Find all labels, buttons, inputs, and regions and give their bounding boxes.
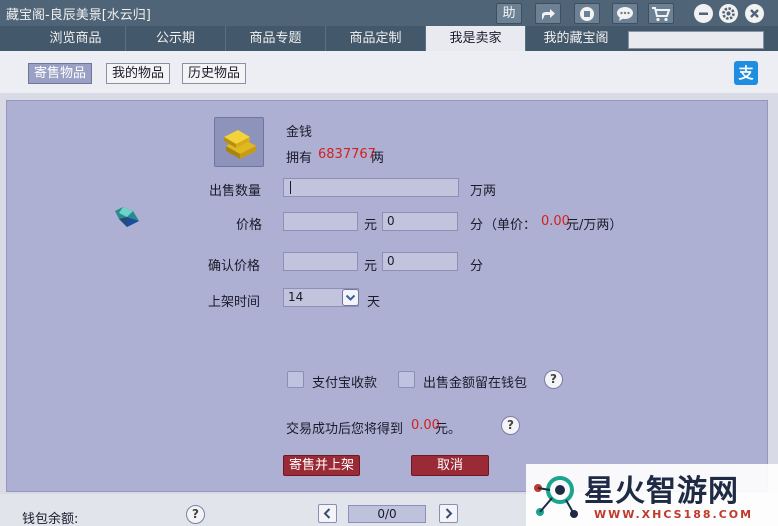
- close-icon: [750, 9, 759, 18]
- receive-help-icon[interactable]: ?: [501, 416, 520, 435]
- close-button[interactable]: [745, 4, 764, 23]
- confirm-yuan-label: 元: [364, 259, 378, 274]
- price-fen-input[interactable]: 0: [382, 212, 458, 231]
- confirm-price-label: 确认价格: [208, 259, 261, 274]
- wallet-help-icon[interactable]: ?: [544, 370, 563, 389]
- tab-seller[interactable]: 我是卖家: [426, 26, 526, 51]
- alipay-icon[interactable]: 支: [734, 61, 758, 85]
- submit-sell-button[interactable]: 寄售并上架: [283, 455, 360, 476]
- next-page-button[interactable]: [439, 504, 458, 523]
- receive-prefix: 交易成功后您将得到: [286, 422, 404, 437]
- title-bar: 藏宝阁-良辰美景[水云归] 助: [0, 0, 778, 26]
- tab-custom[interactable]: 商品定制: [326, 26, 426, 51]
- tab-browse[interactable]: 浏览商品: [26, 26, 126, 51]
- chat-button[interactable]: [612, 3, 638, 24]
- cart-button[interactable]: [648, 3, 674, 24]
- minimize-button[interactable]: [694, 4, 713, 23]
- quantity-label: 出售数量: [209, 184, 262, 199]
- quantity-input[interactable]: [283, 178, 459, 197]
- wallet-balance-label: 钱包余额:: [22, 512, 79, 526]
- chevron-left-icon: [323, 508, 331, 519]
- main-tab-bar: 浏览商品 公示期 商品专题 商品定制 我是卖家 我的藏宝阁: [0, 26, 778, 51]
- price-fen-label: 分: [470, 218, 484, 233]
- quantity-unit: 万两: [470, 184, 497, 199]
- stop-icon: [580, 7, 594, 21]
- price-yuan-input[interactable]: [283, 212, 358, 231]
- confirm-fen-input[interactable]: 0: [382, 252, 458, 271]
- watermark-url: WWW.XHCS188.COM: [594, 508, 754, 521]
- price-label: 价格: [236, 218, 263, 233]
- page-indicator: 0/0: [348, 505, 426, 523]
- chevron-right-icon: [445, 508, 453, 519]
- alipay-checkbox[interactable]: [287, 371, 304, 388]
- tab-topics[interactable]: 商品专题: [226, 26, 326, 51]
- listing-time-unit: 天: [367, 295, 381, 310]
- help-button[interactable]: 助: [496, 3, 522, 24]
- listing-time-label: 上架时间: [208, 295, 261, 310]
- unit-price-prefix: （单价：: [484, 218, 537, 233]
- minimize-icon: [699, 12, 708, 15]
- subtab-history[interactable]: 历史物品: [182, 63, 247, 84]
- item-own-amount: 6837767: [318, 147, 376, 162]
- alipay-checkbox-label: 支付宝收款: [312, 376, 378, 391]
- item-own-unit: 两: [371, 151, 385, 166]
- item-slot: [214, 117, 264, 167]
- tab-my-cbg[interactable]: 我的藏宝阁: [526, 26, 626, 51]
- window-title: 藏宝阁-良辰美景[水云归]: [6, 8, 151, 23]
- tab-public[interactable]: 公示期: [126, 26, 226, 51]
- prev-page-button[interactable]: [318, 504, 337, 523]
- dropdown-button[interactable]: [342, 289, 359, 306]
- watermark: 星火智游网 WWW.XHCS188.COM: [526, 464, 778, 526]
- gem-icon: [115, 207, 139, 227]
- receive-suffix: 元。: [435, 422, 462, 437]
- chevron-down-icon: [345, 294, 356, 301]
- subtab-my-items[interactable]: 我的物品: [106, 63, 171, 84]
- cancel-button[interactable]: 取消: [411, 455, 489, 476]
- wallet-balance-help-icon[interactable]: ?: [186, 505, 205, 524]
- price-yuan-label: 元: [364, 218, 378, 233]
- stop-button[interactable]: [574, 3, 600, 24]
- gold-ingot-icon: [224, 130, 256, 159]
- share-button[interactable]: [535, 3, 561, 24]
- watermark-title: 星火智游网: [584, 474, 739, 509]
- cart-icon: [652, 7, 671, 22]
- confirm-fen-label: 分: [470, 259, 484, 274]
- wallet-checkbox[interactable]: [398, 371, 415, 388]
- text-cursor: [290, 181, 291, 194]
- gear-icon: [722, 7, 735, 20]
- confirm-yuan-input[interactable]: [283, 252, 358, 271]
- item-name: 金钱: [286, 125, 313, 140]
- unit-price-suffix: 元/万两）: [566, 218, 623, 233]
- search-input[interactable]: [628, 31, 764, 49]
- wallet-checkbox-label: 出售金额留在钱包: [423, 376, 528, 391]
- item-own-prefix: 拥有: [286, 151, 313, 166]
- watermark-logo-icon: [534, 476, 578, 518]
- share-icon: [542, 9, 555, 20]
- subtab-consign[interactable]: 寄售物品: [28, 63, 93, 84]
- chat-icon: [617, 7, 633, 21]
- settings-button[interactable]: [719, 4, 738, 23]
